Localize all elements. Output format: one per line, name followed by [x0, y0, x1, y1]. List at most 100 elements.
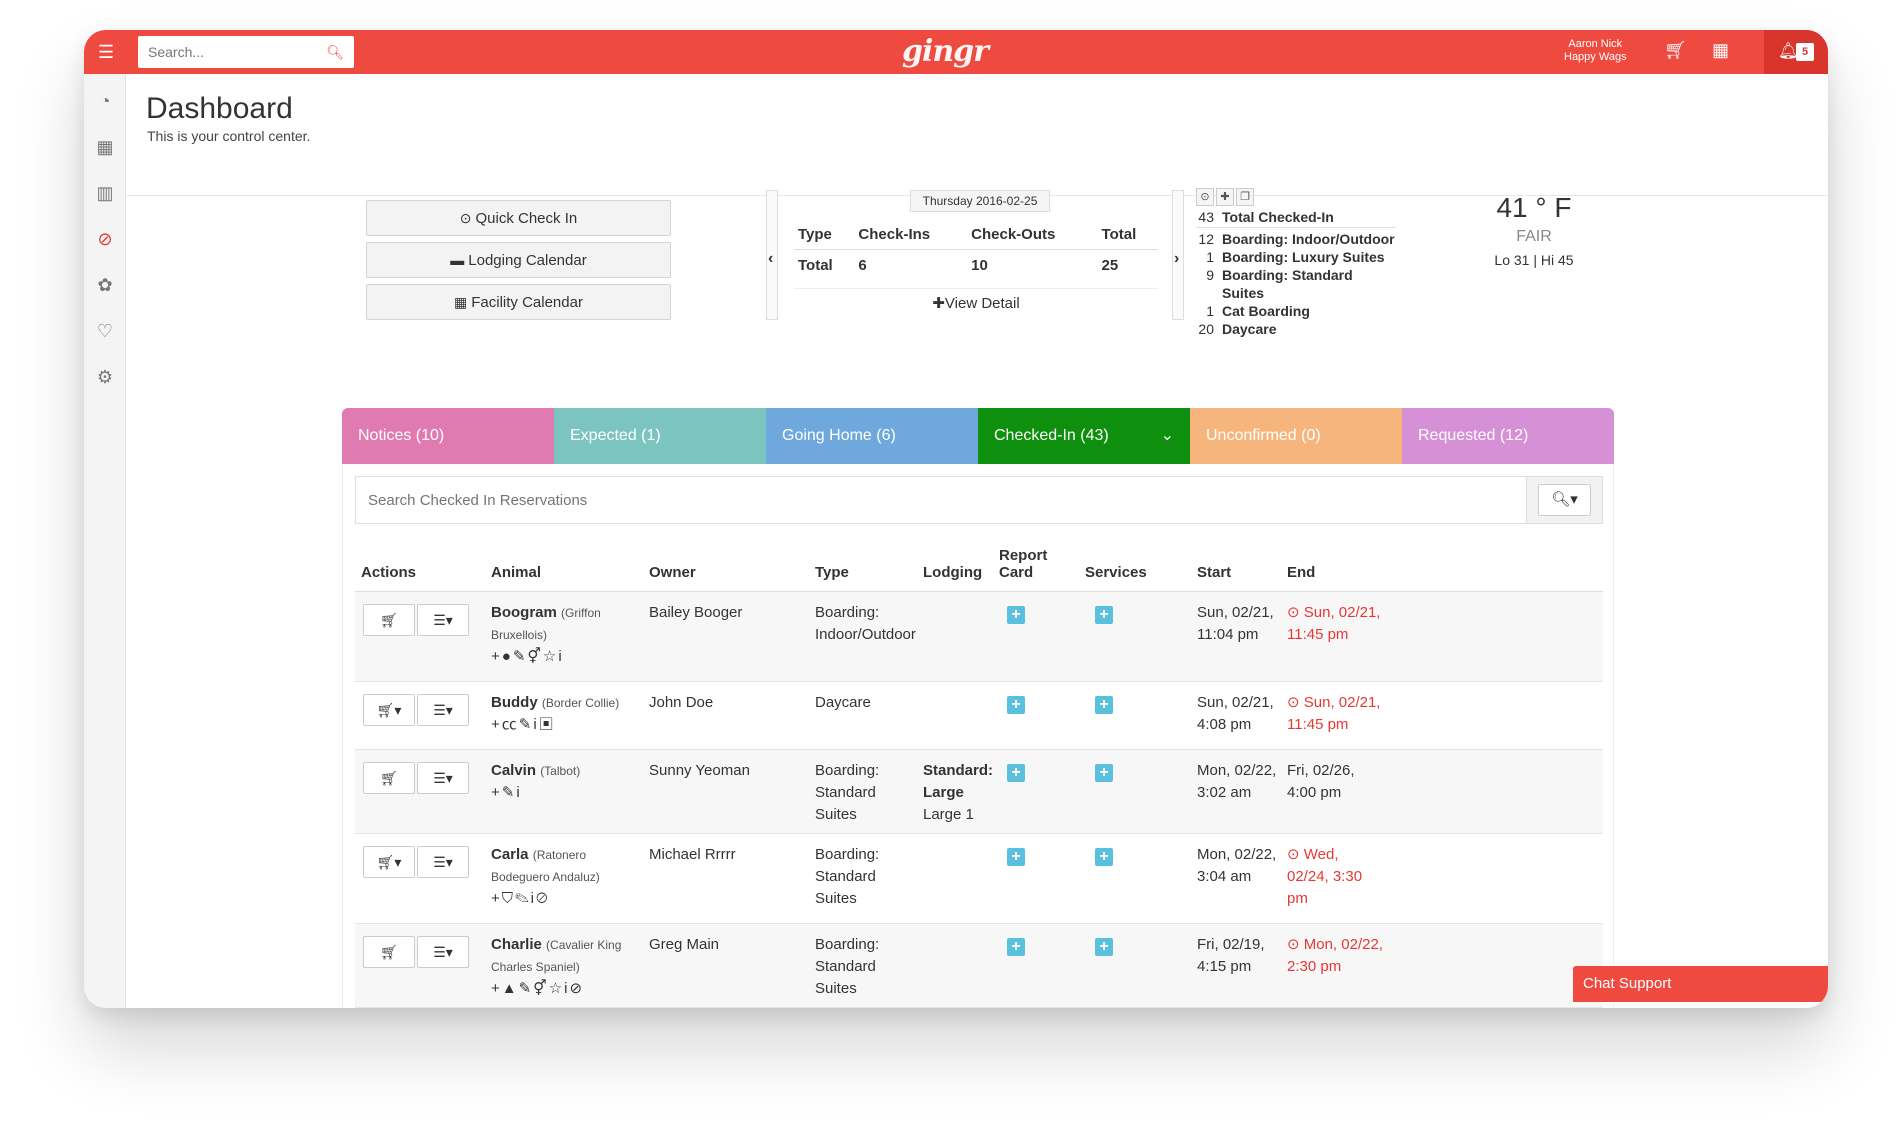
services-add-icon[interactable]: +	[1095, 848, 1113, 866]
tab-expected[interactable]: Expected (1)	[554, 408, 766, 464]
animal-flags-icons[interactable]: +⛉✎i⊘	[491, 888, 641, 910]
animal-flags-icons[interactable]: +㏄✎i▣	[491, 714, 641, 736]
report-card-add-icon[interactable]: +	[1007, 938, 1025, 956]
stats-col-type: Type	[794, 220, 855, 250]
gingr-logo[interactable]: gingr	[902, 34, 989, 69]
animal-name[interactable]: Charlie	[491, 936, 542, 953]
report-card-add-icon[interactable]: +	[1007, 606, 1025, 624]
col-services: Services	[1085, 564, 1147, 581]
refresh-icon[interactable]: ⊙	[1196, 188, 1214, 206]
user-name: Aaron Nick	[1568, 38, 1623, 50]
report-card-add-icon[interactable]: +	[1007, 696, 1025, 714]
tab-unconfirmed[interactable]: Unconfirmed (0)	[1190, 408, 1402, 464]
facility-calendar-button[interactable]: ▦ Facility Calendar	[366, 284, 671, 320]
stats-col-checkins: Check-Ins	[854, 220, 968, 250]
end-time-cell: Fri, 02/26, 4:00 pm	[1287, 760, 1383, 804]
user-menu[interactable]: Aaron Nick Happy Wags	[1564, 38, 1627, 64]
animal-flags-icons[interactable]: +●✎⚥☆i	[491, 646, 641, 668]
start-time: Fri, 02/19, 4:15 pm	[1197, 936, 1265, 975]
row-actions: 🛒︎ ☰▾	[363, 604, 471, 636]
apps-grid-icon[interactable]: ▦	[1712, 40, 1729, 61]
end-time-cell: ⊙ Sun, 02/21, 11:45 pm	[1287, 692, 1383, 736]
reservation-search-input[interactable]	[356, 477, 1536, 523]
lodging-cell: Standard: Large Large 1	[923, 760, 995, 826]
cart-button[interactable]: 🛒︎▾	[363, 694, 415, 726]
view-detail-link[interactable]: ✚View Detail	[794, 288, 1158, 318]
menu-icon[interactable]: ☰	[98, 42, 116, 62]
search-icon: 🔍︎▾	[1538, 484, 1591, 516]
tab-label: Checked-In (43)	[994, 427, 1109, 444]
barcode-icon[interactable]: ▥	[84, 178, 126, 208]
cart-button[interactable]: 🛒︎▾	[363, 846, 415, 878]
col-end: End	[1287, 564, 1316, 581]
col-owner: Owner	[649, 564, 696, 581]
animal-name[interactable]: Buddy	[491, 694, 538, 711]
report-card-add-icon[interactable]: +	[1007, 848, 1025, 866]
tab-notices[interactable]: Notices (10)	[342, 408, 554, 464]
start-time: Sun, 02/21, 11:04 pm	[1197, 604, 1274, 643]
checked-in-row: 1 Boarding: Luxury Suites	[1196, 248, 1396, 266]
app-window: ☰ 🔍︎ gingr Aaron Nick Happy Wags 🛒︎ ▦ 🔔︎…	[84, 30, 1828, 1008]
add-icon[interactable]: ✚	[1216, 188, 1234, 206]
calendar-icon[interactable]: ▦	[84, 132, 126, 162]
heart-icon[interactable]: ♡	[84, 316, 126, 346]
services-add-icon[interactable]: +	[1095, 696, 1113, 714]
row-menu-button[interactable]: ☰▾	[417, 762, 469, 794]
col-actions: Actions	[361, 564, 417, 581]
chevron-down-icon: ⌄	[1160, 427, 1174, 444]
owner-name[interactable]: Michael Rrrrr	[649, 844, 809, 866]
stats-checkins: 6	[858, 257, 867, 274]
tab-checked-in[interactable]: Checked-In (43) ⌄	[978, 408, 1190, 464]
summary-tools: ⊙ ✚ ❐	[1196, 188, 1396, 206]
owner-name[interactable]: Greg Main	[649, 934, 809, 956]
row-menu-button[interactable]: ☰▾	[417, 936, 469, 968]
animal-flags-icons[interactable]: +✎i	[491, 782, 641, 804]
start-time: Sun, 02/21, 4:08 pm	[1197, 694, 1274, 733]
services-add-icon[interactable]: +	[1095, 938, 1113, 956]
row-menu-button[interactable]: ☰▾	[417, 846, 469, 878]
reservation-search-button[interactable]: 🔍︎▾	[1526, 477, 1602, 523]
tab-label: Unconfirmed (0)	[1206, 427, 1321, 444]
cart-button[interactable]: 🛒︎	[363, 936, 415, 968]
stats-date[interactable]: Thursday 2016-02-25	[910, 190, 1050, 212]
overdue-clock-icon: ⊙	[1287, 604, 1300, 621]
services-add-icon[interactable]: +	[1095, 764, 1113, 782]
animal-name[interactable]: Carla	[491, 846, 529, 863]
owner-name[interactable]: John Doe	[649, 692, 809, 714]
sidebar: ◔ ▦ ▥ ⊘ ✿ ♡ ⚙	[84, 74, 126, 1008]
row-menu-button[interactable]: ☰▾	[417, 694, 469, 726]
report-card-add-icon[interactable]: +	[1007, 764, 1025, 782]
animal-flags-icons[interactable]: +▲✎⚥☆i⊘	[491, 978, 641, 1000]
facility-calendar-label: Facility Calendar	[471, 294, 583, 311]
end-time-cell: ⊙ Wed, 02/24, 3:30 pm	[1287, 844, 1383, 910]
global-search-input[interactable]	[138, 36, 318, 68]
search-icon[interactable]: 🔍︎	[326, 44, 344, 61]
table-row: 🛒︎ ☰▾ Boogram (Griffon Bruxellois) +●✎⚥☆…	[355, 592, 1603, 682]
tab-requested[interactable]: Requested (12)	[1402, 408, 1614, 464]
chat-support-button[interactable]: Chat Support▢	[1573, 966, 1828, 1002]
calendar-icon: ▦	[454, 294, 468, 310]
settings-gears-icon[interactable]: ⚙	[84, 362, 126, 392]
clock-icon[interactable]: ⊘	[84, 224, 126, 254]
lodging-calendar-button[interactable]: ▬ Lodging Calendar	[366, 242, 671, 278]
page-header: Dashboard This is your control center.	[126, 74, 1828, 196]
owner-name[interactable]: Bailey Booger	[649, 602, 809, 624]
tab-label: Requested (12)	[1418, 427, 1529, 444]
cart-button[interactable]: 🛒︎	[363, 762, 415, 794]
services-add-icon[interactable]: +	[1095, 606, 1113, 624]
copy-icon[interactable]: ❐	[1236, 188, 1254, 206]
checked-in-row: 20 Daycare	[1196, 320, 1396, 338]
owner-name[interactable]: Sunny Yeoman	[649, 760, 809, 782]
quick-check-in-button[interactable]: ⊙ Quick Check In	[366, 200, 671, 236]
cart-button[interactable]: 🛒︎	[363, 604, 415, 636]
weather-range: Lo 31 | Hi 45	[1494, 252, 1574, 268]
checked-in-row-count: 9	[1206, 267, 1214, 283]
paw-icon[interactable]: ✿	[84, 270, 126, 300]
animal-name[interactable]: Boogram	[491, 604, 557, 621]
row-menu-button[interactable]: ☰▾	[417, 604, 469, 636]
animal-name[interactable]: Calvin	[491, 762, 536, 779]
notifications-button[interactable]: 🔔︎ 5	[1764, 30, 1828, 74]
dashboard-icon[interactable]: ◔	[84, 86, 126, 116]
cart-icon[interactable]: 🛒︎	[1664, 40, 1687, 61]
tab-going-home[interactable]: Going Home (6)	[766, 408, 978, 464]
